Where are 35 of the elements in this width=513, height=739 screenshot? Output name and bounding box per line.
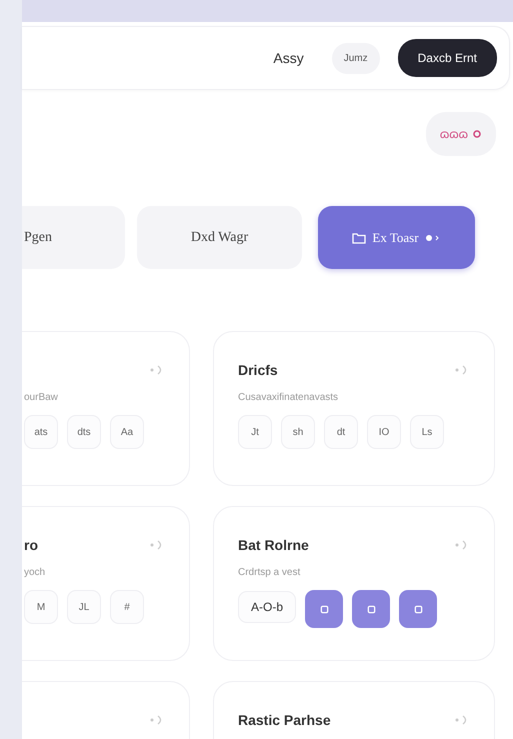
chip-button[interactable]: A-O-b <box>238 591 296 623</box>
square-button[interactable] <box>352 590 390 628</box>
card-title: Rastic Parhse <box>238 712 331 728</box>
chip-button[interactable]: ats <box>24 415 58 449</box>
tab[interactable]: Ex Toasr <box>318 206 475 269</box>
tab[interactable]: Pgen <box>22 206 125 269</box>
square-icon <box>414 604 423 614</box>
dot-icon <box>424 234 441 242</box>
chip-button[interactable]: IO <box>367 415 401 449</box>
pill-button[interactable]: Jumz <box>332 42 380 74</box>
chip-button[interactable]: dts <box>67 415 101 449</box>
square-icon <box>320 604 329 614</box>
card-title: Bat Rolrne <box>238 537 309 553</box>
chip-button[interactable]: JL <box>67 590 101 624</box>
chip-button[interactable]: Aa <box>110 415 144 449</box>
chip-button[interactable]: # <box>110 590 144 624</box>
card-subtitle: Crdrtsp a vest <box>238 567 302 578</box>
chip-button[interactable]: dt <box>324 415 358 449</box>
chip-button[interactable]: M <box>24 590 58 624</box>
tab[interactable]: Dxd Wagr <box>137 206 302 269</box>
chip-button[interactable]: sh <box>281 415 315 449</box>
card-subtitle: ourBaw <box>24 392 59 403</box>
card-subtitle: Cusavaxifinatenavasts <box>238 392 340 403</box>
square-button[interactable] <box>305 590 344 628</box>
square-icon <box>366 604 376 614</box>
chip-button[interactable]: Jt <box>238 415 272 449</box>
primary-button[interactable]: Daxcb Ernt <box>398 39 497 77</box>
card-title: Dricfs <box>238 362 278 378</box>
badge-button[interactable]: ɷɷɷ <box>426 112 496 156</box>
chip-button[interactable]: Ls <box>410 415 444 449</box>
header-label: Assy <box>273 50 304 66</box>
card-title: ro <box>24 537 38 553</box>
square-button[interactable] <box>399 590 438 628</box>
card-subtitle: yoch <box>24 567 46 578</box>
folder-icon <box>352 232 366 244</box>
